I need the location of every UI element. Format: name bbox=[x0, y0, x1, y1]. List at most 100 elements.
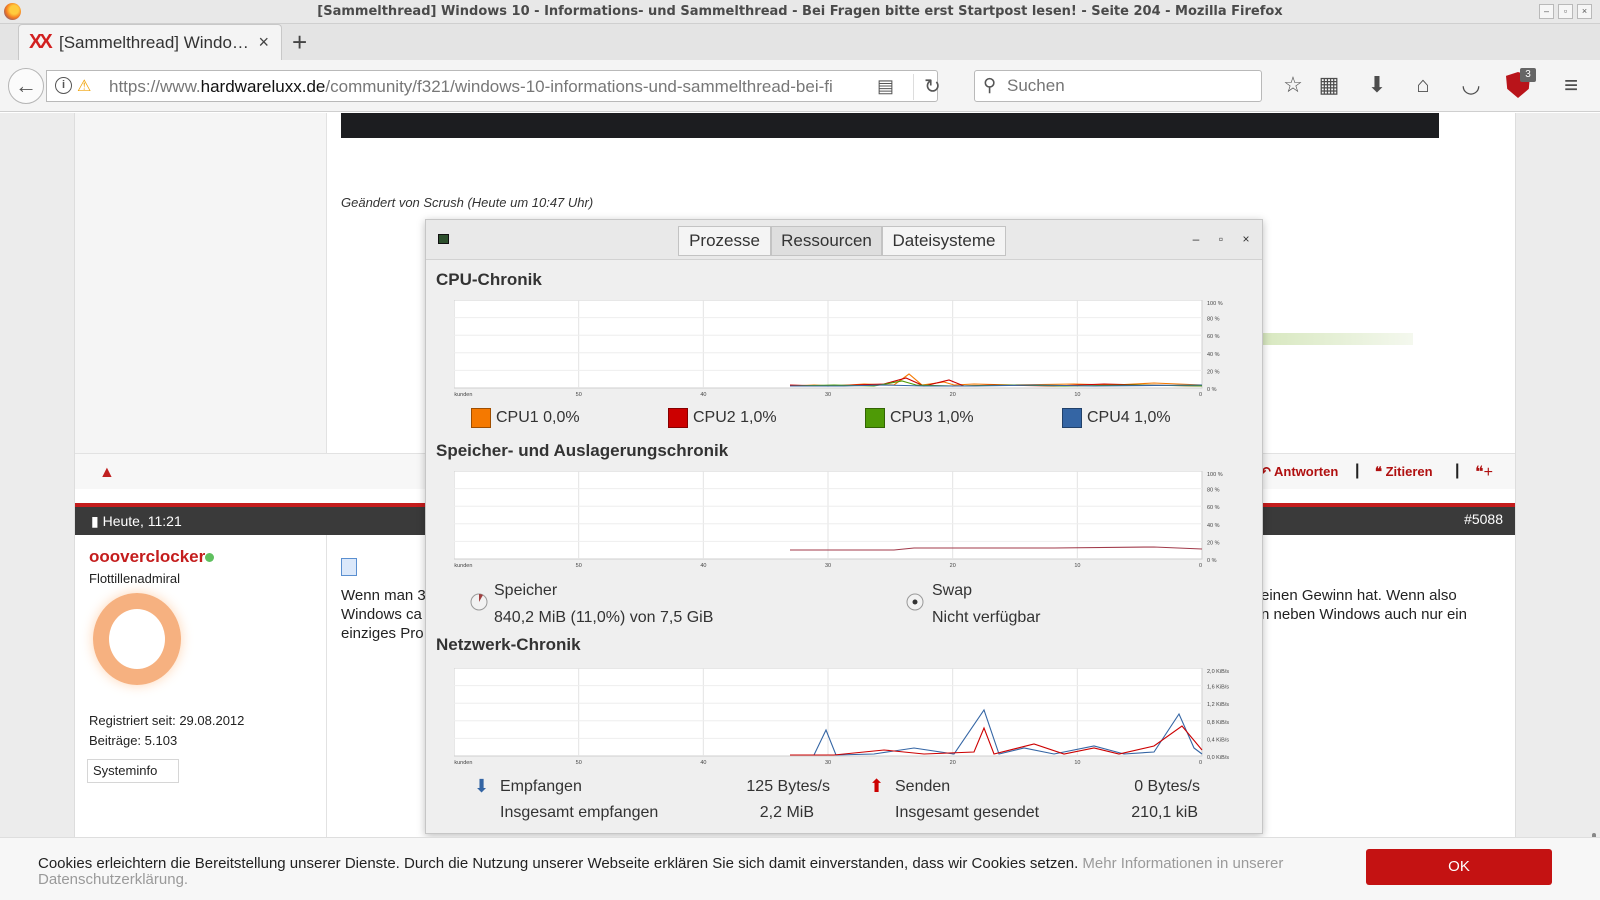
cpu-y-tick: 60 % bbox=[1207, 334, 1220, 340]
browser-tab[interactable]: XX [Sammelthread] Windo… × bbox=[18, 24, 282, 60]
window-titlebar: [Sammelthread] Windows 10 - Informations… bbox=[0, 0, 1600, 24]
pocket-icon[interactable]: ◡ bbox=[1456, 72, 1486, 98]
cpu-x-tick: 40 bbox=[700, 392, 706, 398]
net-x-tick: 10 bbox=[1074, 760, 1080, 766]
new-tab-button[interactable]: + bbox=[292, 27, 307, 58]
sm-minimize-button[interactable]: – bbox=[1189, 232, 1203, 246]
download-arrow-icon[interactable]: ⬇ bbox=[474, 776, 489, 797]
registered-since: Registriert seit: 29.08.2012 bbox=[89, 713, 244, 728]
cpu-y-tick: 40 % bbox=[1207, 352, 1220, 358]
signature-bar bbox=[1263, 333, 1413, 345]
back-arrow-icon: ← bbox=[15, 73, 37, 98]
cpu-x-tick: 10 bbox=[1074, 392, 1080, 398]
net-x-tick: 40 bbox=[700, 760, 706, 766]
ublock-badge: 3 bbox=[1520, 68, 1536, 82]
total-sent-value: 210,1 kiB bbox=[1131, 804, 1198, 821]
username-link[interactable]: oooverclocker bbox=[89, 547, 205, 567]
total-received-label: Insgesamt empfangen bbox=[500, 804, 659, 821]
cpu4-legend: CPU4 1,0% bbox=[1087, 409, 1171, 426]
online-status-icon bbox=[205, 553, 214, 562]
post-text-line: Wenn man 3 bbox=[341, 587, 426, 604]
post-text-line: n neben Windows auch nur ein bbox=[1261, 606, 1467, 623]
close-window-button[interactable]: × bbox=[1577, 4, 1592, 19]
mem-x-tick: 40 bbox=[700, 563, 706, 569]
net-x-tick: 0 bbox=[1199, 760, 1202, 766]
mem-x-tick: 10 bbox=[1074, 563, 1080, 569]
total-received-value: 2,2 MiB bbox=[759, 804, 814, 821]
sm-maximize-button[interactable]: ▫ bbox=[1214, 232, 1228, 246]
cpu-x-tick: 30 bbox=[825, 392, 831, 398]
cpu1-legend: CPU1 0,0% bbox=[496, 409, 580, 426]
reader-view-icon[interactable]: ▤ bbox=[877, 76, 894, 97]
swap-label: Swap bbox=[932, 582, 973, 599]
window-title: [Sammelthread] Windows 10 - Informations… bbox=[317, 4, 1283, 19]
post-text-line: Windows ca bbox=[341, 606, 422, 623]
alert-triangle-icon[interactable]: ▲ bbox=[99, 464, 115, 482]
home-icon[interactable]: ⌂ bbox=[1408, 72, 1438, 98]
library-icon[interactable]: ▦ bbox=[1314, 72, 1344, 98]
back-button[interactable]: ← bbox=[8, 68, 44, 104]
reload-icon[interactable]: ↻ bbox=[913, 74, 941, 100]
cpu3-color-swatch[interactable] bbox=[865, 408, 885, 428]
swap-pie-icon[interactable] bbox=[906, 593, 924, 611]
post-date-text: Heute, 11:21 bbox=[102, 513, 182, 529]
network-history-title: Netzwerk-Chronik bbox=[436, 635, 581, 654]
menu-icon[interactable]: ≡ bbox=[1556, 72, 1586, 100]
net-x-tick: 60 Sekunden bbox=[454, 760, 472, 766]
cpu4-color-swatch[interactable] bbox=[1062, 408, 1082, 428]
post-number-link[interactable]: #5088 bbox=[1464, 511, 1503, 527]
info-icon[interactable]: i bbox=[55, 77, 72, 94]
maximize-window-button[interactable]: ▫ bbox=[1558, 4, 1573, 19]
mem-y-tick: 60 % bbox=[1207, 505, 1220, 511]
url-text[interactable]: https://www.hardwareluxx.de/community/f3… bbox=[109, 77, 869, 97]
warning-icon[interactable]: ⚠ bbox=[77, 76, 91, 96]
cpu-x-tick: 0 bbox=[1199, 392, 1202, 398]
sysinfo-button[interactable]: Systeminfo bbox=[87, 759, 179, 783]
net-y-tick: 1,2 KiB/s bbox=[1207, 702, 1229, 708]
memory-history-title: Speicher- und Auslagerungschronik bbox=[436, 441, 729, 460]
memory-pie-icon[interactable] bbox=[470, 593, 488, 611]
reply-button[interactable]: ↶ Antworten bbox=[1260, 464, 1338, 480]
mem-y-tick: 0 % bbox=[1207, 558, 1217, 564]
minimize-window-button[interactable]: – bbox=[1539, 4, 1554, 19]
cpu2-color-swatch[interactable] bbox=[668, 408, 688, 428]
mem-y-tick: 80 % bbox=[1207, 488, 1220, 494]
cpu1-color-swatch[interactable] bbox=[471, 408, 491, 428]
upload-arrow-icon[interactable]: ⬆ bbox=[869, 776, 884, 797]
bookmark-star-icon[interactable]: ☆ bbox=[1278, 72, 1308, 98]
mem-x-tick: 50 bbox=[576, 563, 582, 569]
system-monitor-window: Prozesse Ressourcen Dateisysteme – ▫ × C… bbox=[425, 219, 1263, 834]
network-history-graph: 2,0 KiB/s 1,6 KiB/s 1,2 KiB/s 0,8 KiB/s 0,4 … bbox=[454, 668, 1229, 766]
tab-filesystems[interactable]: Dateisysteme bbox=[882, 226, 1006, 256]
sm-close-button[interactable]: × bbox=[1239, 232, 1253, 246]
url-domain: hardwareluxx.de bbox=[200, 77, 326, 96]
registered-label: Registriert seit: bbox=[89, 713, 176, 728]
search-icon: ⚲ bbox=[983, 75, 997, 95]
download-icon[interactable]: ⬇ bbox=[1362, 72, 1392, 98]
net-y-tick: 0,4 KiB/s bbox=[1207, 737, 1229, 743]
post-text-line: einen Gewinn hat. Wenn also bbox=[1261, 587, 1457, 604]
tab-resources[interactable]: Ressourcen bbox=[771, 226, 882, 256]
quote-button[interactable]: ❝ Zitieren bbox=[1375, 464, 1433, 480]
cpu-x-tick: 60 Sekunden bbox=[454, 392, 472, 398]
cookie-ok-button[interactable]: OK bbox=[1366, 849, 1552, 885]
cookie-text: Cookies erleichtern die Bereitstellung u… bbox=[38, 856, 1338, 888]
navigation-toolbar: ← i ⚠ https://www.hardwareluxx.de/commun… bbox=[0, 60, 1600, 112]
close-tab-button[interactable]: × bbox=[258, 32, 269, 53]
multiquote-icon[interactable]: ❝+ bbox=[1475, 462, 1493, 482]
cpu-x-tick: 50 bbox=[576, 392, 582, 398]
url-bar[interactable]: i ⚠ https://www.hardwareluxx.de/communit… bbox=[46, 70, 941, 102]
search-input[interactable] bbox=[1007, 75, 1247, 97]
net-y-tick: 0,0 KiB/s bbox=[1207, 755, 1229, 761]
posts-value: 5.103 bbox=[144, 733, 178, 748]
memory-label: Speicher bbox=[494, 582, 558, 599]
registered-value: 29.08.2012 bbox=[179, 713, 245, 728]
tab-processes[interactable]: Prozesse bbox=[678, 226, 771, 256]
search-bar[interactable]: ⚲ bbox=[974, 70, 1262, 102]
document-icon bbox=[341, 558, 357, 576]
previous-post-sidebar bbox=[75, 113, 327, 453]
net-x-tick: 20 bbox=[950, 760, 956, 766]
avatar[interactable] bbox=[93, 593, 181, 685]
quote-label: Zitieren bbox=[1385, 464, 1433, 479]
mem-x-tick: 20 bbox=[950, 563, 956, 569]
